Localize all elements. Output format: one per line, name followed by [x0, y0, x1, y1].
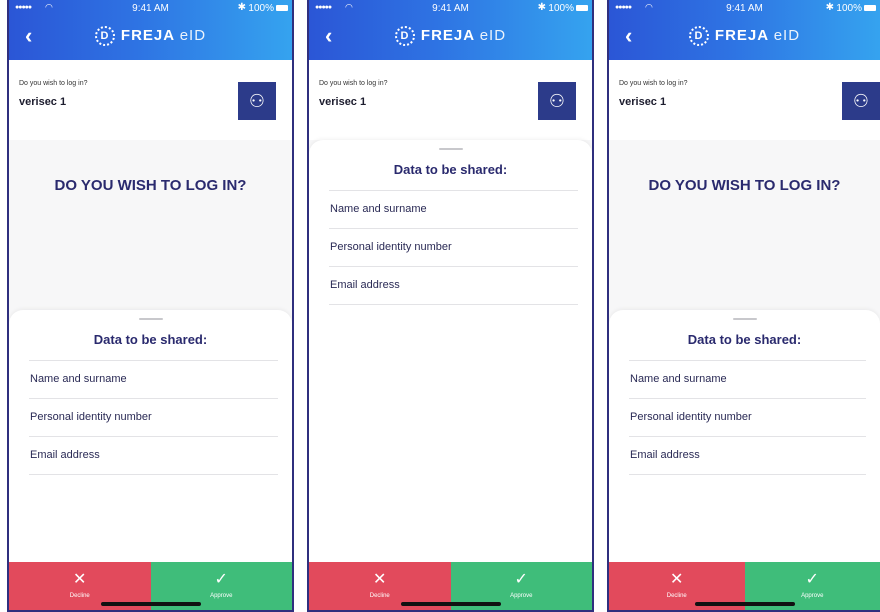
action-bar: ✕ Decline ✓ Approve [9, 562, 292, 610]
service-name: verisec 1 [619, 96, 667, 108]
approve-label: Approve [510, 593, 533, 599]
bluetooth-icon: ✱ [825, 2, 834, 13]
service-name: verisec 1 [19, 96, 67, 108]
list-item: Personal identity number [329, 229, 578, 267]
freja-logo-icon: D [94, 26, 115, 46]
sheet-title: Data to be shared: [93, 332, 208, 347]
battery-icon [276, 5, 288, 11]
list-item: Name and surname [29, 361, 278, 399]
home-indicator[interactable] [400, 602, 501, 606]
battery-icon [576, 5, 588, 11]
sheet-drag-handle[interactable] [732, 318, 757, 320]
brand-suffix: eID [773, 26, 801, 44]
app-header: ●●●●● ◠ 9:41 AM ✱ 100% ‹ D FREJA eID [309, 0, 592, 60]
check-icon: ✓ [514, 571, 528, 588]
action-bar: ✕ Decline ✓ Approve [309, 562, 592, 610]
battery-percent: 100% [548, 3, 574, 14]
status-bar: ●●●●● ◠ 9:41 AM ✱ 100% [309, 0, 592, 18]
battery-icon [864, 5, 876, 11]
brand-logo: D FREJA eID [309, 26, 592, 46]
service-name: verisec 1 [319, 96, 367, 108]
data-share-sheet[interactable]: Data to be shared: Name and surname Pers… [309, 140, 592, 562]
bluetooth-icon: ✱ [537, 2, 546, 13]
sheet-title: Data to be shared: [393, 162, 508, 177]
decline-label: Decline [666, 593, 687, 599]
status-bar: ●●●●● ◠ 9:41 AM ✱ 100% [9, 0, 292, 18]
shared-data-list: Name and surname Personal identity numbe… [29, 360, 278, 475]
decline-label: Decline [369, 593, 390, 599]
verisec-logo-icon: ⚇ [842, 82, 880, 120]
shared-data-list: Name and surname Personal identity numbe… [629, 360, 866, 475]
sheet-drag-handle[interactable] [138, 318, 163, 320]
check-icon: ✓ [805, 571, 819, 588]
freja-logo-icon: D [394, 26, 415, 46]
verisec-logo-icon: ⚇ [238, 82, 276, 120]
login-request-card: Do you wish to log in? verisec 1 ⚇ [609, 60, 880, 140]
list-item: Personal identity number [29, 399, 278, 437]
phone-screen-1: ●●●●● ◠ 9:41 AM ✱ 100% ‹ D FREJA eID Do y… [7, 0, 294, 612]
login-request-card: Do you wish to log in? verisec 1 ⚇ [309, 60, 592, 140]
page-title: DO YOU WISH TO LOG IN? [648, 177, 841, 194]
close-icon: ✕ [670, 571, 684, 588]
list-item: Name and surname [629, 361, 866, 399]
verisec-logo-icon: ⚇ [538, 82, 576, 120]
approve-label: Approve [801, 593, 824, 599]
data-share-sheet[interactable]: Data to be shared: Name and surname Pers… [9, 310, 292, 562]
approve-label: Approve [210, 593, 233, 599]
home-indicator[interactable] [100, 602, 201, 606]
list-item: Email address [329, 267, 578, 305]
page-title: DO YOU WISH TO LOG IN? [54, 177, 247, 194]
sheet-drag-handle[interactable] [438, 148, 463, 150]
brand-name: FREJA [714, 26, 769, 44]
bluetooth-icon: ✱ [237, 2, 246, 13]
app-header: ●●●●● ◠ 9:41 AM ✱ 100% ‹ D FREJA eID [609, 0, 880, 60]
login-question: Do you wish to log in? [19, 80, 88, 87]
brand-logo: D FREJA eID [609, 26, 880, 46]
login-question: Do you wish to log in? [319, 80, 388, 87]
home-indicator[interactable] [694, 602, 795, 606]
action-bar: ✕ Decline ✓ Approve [609, 562, 880, 610]
close-icon: ✕ [73, 571, 87, 588]
freja-logo-icon: D [688, 26, 709, 46]
brand-logo: D FREJA eID [9, 26, 292, 46]
list-item: Personal identity number [629, 399, 866, 437]
shared-data-list: Name and surname Personal identity numbe… [329, 190, 578, 305]
status-bar: ●●●●● ◠ 9:41 AM ✱ 100% [609, 0, 880, 18]
battery-percent: 100% [836, 3, 862, 14]
login-question: Do you wish to log in? [619, 80, 688, 87]
login-request-card: Do you wish to log in? verisec 1 ⚇ [9, 60, 292, 140]
check-icon: ✓ [214, 571, 228, 588]
phone-screen-2: ●●●●● ◠ 9:41 AM ✱ 100% ‹ D FREJA eID Do y… [307, 0, 594, 612]
list-item: Email address [629, 437, 866, 475]
data-share-sheet[interactable]: Data to be shared: Name and surname Pers… [609, 310, 880, 562]
battery-percent: 100% [248, 3, 274, 14]
brand-name: FREJA [120, 26, 175, 44]
phone-screen-3: ●●●●● ◠ 9:41 AM ✱ 100% ‹ D FREJA eID Do y… [607, 0, 880, 612]
decline-label: Decline [69, 593, 90, 599]
brand-suffix: eID [179, 26, 207, 44]
list-item: Email address [29, 437, 278, 475]
list-item: Name and surname [329, 191, 578, 229]
brand-suffix: eID [479, 26, 507, 44]
close-icon: ✕ [373, 571, 387, 588]
brand-name: FREJA [420, 26, 475, 44]
app-header: ●●●●● ◠ 9:41 AM ✱ 100% ‹ D FREJA eID [9, 0, 292, 60]
sheet-title: Data to be shared: [687, 332, 802, 347]
